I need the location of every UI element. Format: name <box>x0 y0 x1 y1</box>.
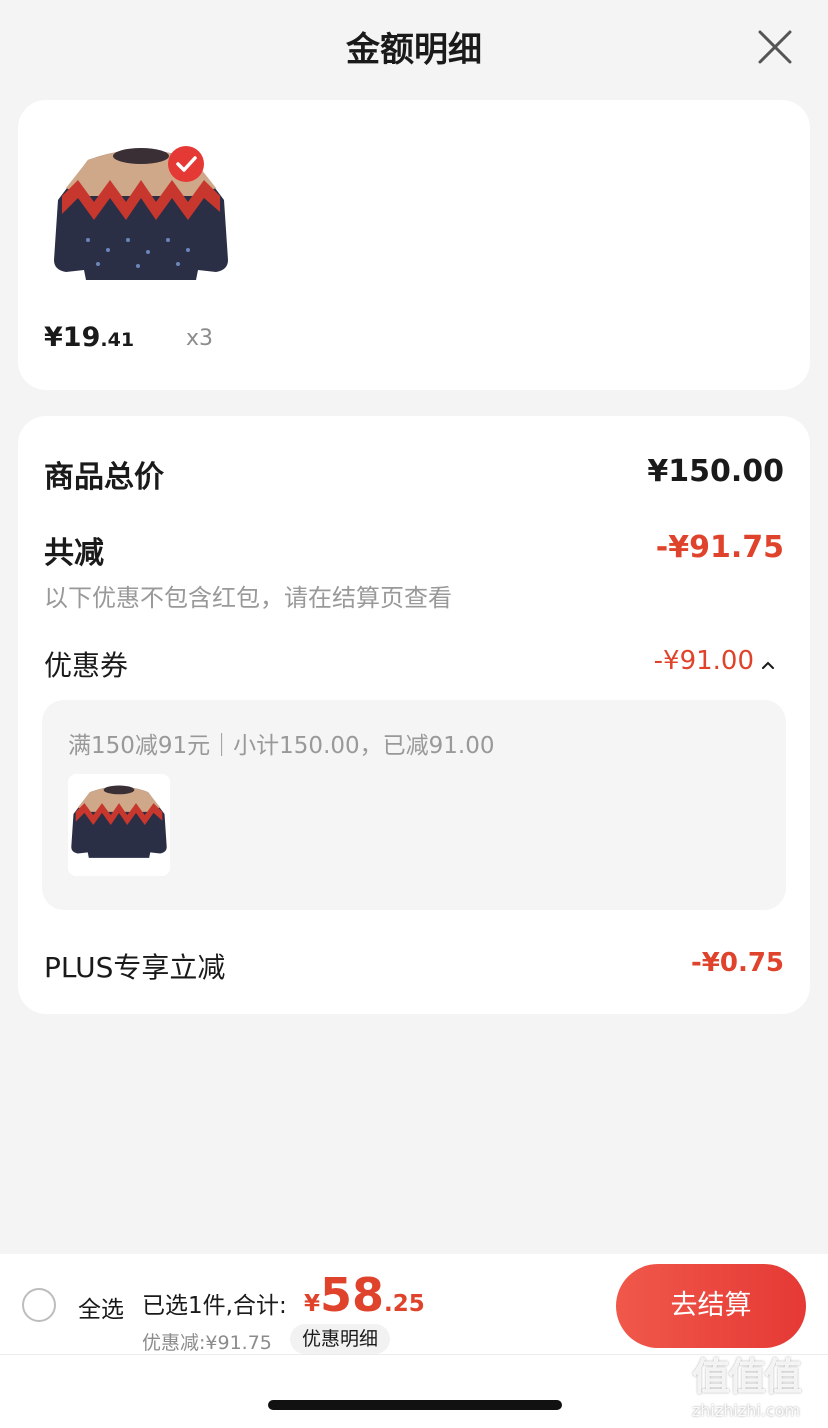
home-indicator[interactable] <box>268 1400 562 1410</box>
summary-card: 商品总价 ¥150.00 共减 -¥91.75 以下优惠不包含红包，请在结算页查… <box>18 416 810 1014</box>
reduction-label: 共减 <box>44 536 104 571</box>
item-quantity: x3 <box>186 326 214 351</box>
page-title: 金额明细 <box>346 30 482 70</box>
chevron-up-icon[interactable] <box>760 656 776 669</box>
select-all-label[interactable]: 全选 <box>78 1290 124 1324</box>
item-price-main: ¥19 <box>44 322 101 353</box>
close-icon[interactable] <box>756 28 794 66</box>
total-price-label: 商品总价 <box>44 460 164 495</box>
total-price-value: ¥150.00 <box>647 454 784 489</box>
watermark-url: zhizhizhi.com <box>691 1401 801 1420</box>
total-main: 58 <box>320 1268 385 1322</box>
discount-summary: 优惠减:¥91.75 <box>142 1332 272 1354</box>
coupon-label: 优惠券 <box>44 649 129 682</box>
coupon-product-thumbnail <box>68 774 170 876</box>
coupon-detail-box: 满150减91元｜小计150.00，已减91.00 <box>42 700 786 910</box>
select-all-radio[interactable] <box>22 1288 56 1322</box>
watermark-glyphs: 值值值 <box>691 1355 802 1399</box>
watermark-logo: 值值值 zhizhizhi.com <box>672 1346 820 1422</box>
discount-detail-link[interactable]: 优惠明细 <box>290 1324 391 1354</box>
plus-discount-label: PLUS专享立减 <box>44 951 226 984</box>
selected-check-icon[interactable] <box>168 146 204 182</box>
total-currency: ¥ <box>304 1291 321 1317</box>
product-image[interactable] <box>48 140 234 300</box>
items-card: ¥19.41 x3 <box>18 100 810 390</box>
checkout-button[interactable]: 去结算 <box>616 1264 806 1348</box>
coupon-value[interactable]: -¥91.00 <box>654 646 754 676</box>
plus-discount-value: -¥0.75 <box>690 948 784 978</box>
total-decimal: .25 <box>384 1291 425 1317</box>
coupon-description: 满150减91元｜小计150.00，已减91.00 <box>68 733 495 759</box>
reduction-value: -¥91.75 <box>655 530 784 565</box>
reduction-note: 以下优惠不包含红包，请在结算页查看 <box>44 584 452 612</box>
selected-count-text: 已选1件,合计: <box>142 1293 287 1319</box>
total-amount: ¥58.25 <box>304 1268 425 1322</box>
modal-header: 金额明细 <box>0 0 828 96</box>
item-price-decimal: .41 <box>100 329 135 351</box>
item-price: ¥19.41 <box>44 322 134 353</box>
